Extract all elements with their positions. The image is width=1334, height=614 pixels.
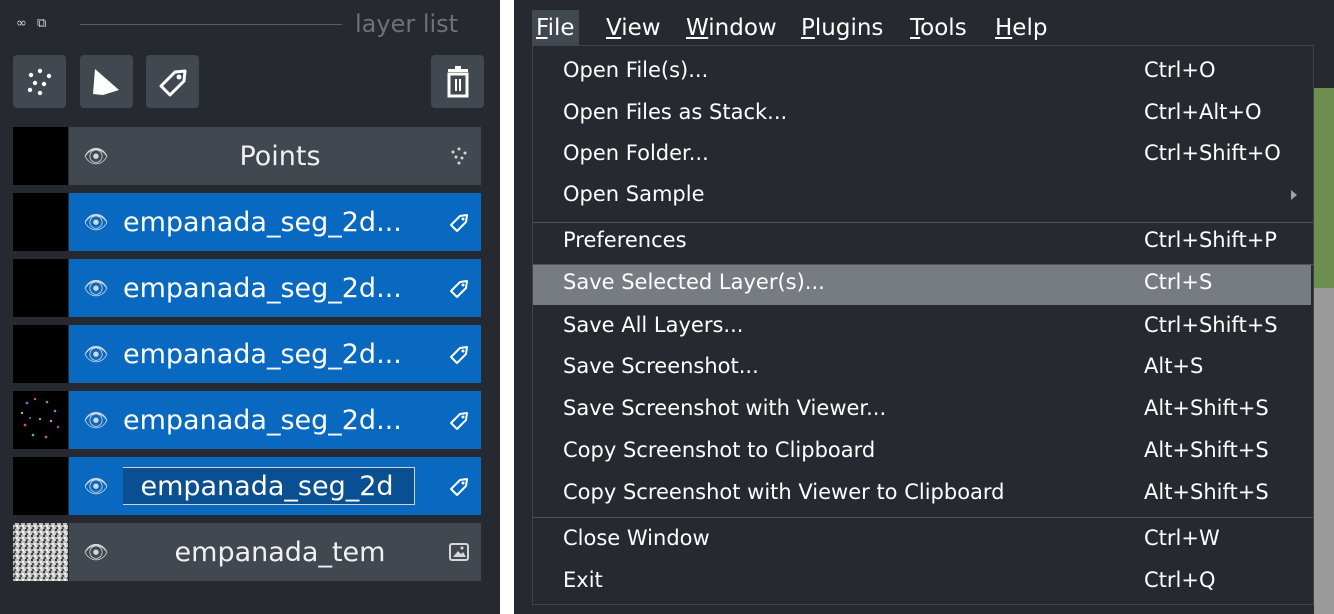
layer-name-input[interactable]: empanada_seg_2d [123,467,415,505]
labels-icon [437,408,481,432]
visibility-eye-icon[interactable]: 👁 [69,210,123,234]
layer-name: empanada_seg_2d... [123,272,402,304]
layer-name-container: empanada_seg_2d [123,467,437,505]
new-labels-layer-button[interactable] [146,55,199,108]
visibility-eye-icon[interactable]: 👁 [69,474,123,498]
menu-plugins[interactable]: Plugins [797,10,887,46]
menu-window[interactable]: Window [682,10,781,46]
visibility-eye-icon[interactable]: 👁 [69,408,123,432]
header-divider [80,24,342,25]
menu-item-copy-screenshot[interactable]: Copy Screenshot to Clipboard Alt+Shift+S [533,433,1313,473]
visibility-eye-icon[interactable]: 👁 [69,144,123,168]
menu-item-open-folder[interactable]: Open Folder... Ctrl+Shift+O [533,136,1313,176]
visibility-eye-icon[interactable]: 👁 [69,276,123,300]
layer-name: empanada_seg_2d... [123,206,402,238]
new-points-layer-button[interactable] [13,55,66,108]
menu-item-save-screenshot-with-viewer[interactable]: Save Screenshot with Viewer... Alt+Shift+… [533,391,1313,431]
file-menu-dropdown: Open File(s)... Ctrl+O Open Files as Stac… [532,45,1314,605]
menu-view[interactable]: View [602,10,665,46]
menu-item-open-files[interactable]: Open File(s)... Ctrl+O [533,53,1313,93]
labels-icon [437,210,481,234]
tag-icon [159,69,186,96]
delete-layer-button[interactable] [431,55,484,108]
menu-item-exit[interactable]: Exit Ctrl+Q [533,563,1313,603]
visibility-eye-icon[interactable]: 👁 [69,540,123,564]
menu-bar: File View Window Plugins Tools Help [514,0,1334,50]
image-icon [437,540,481,564]
undock-icon[interactable]: ⧉ [37,16,46,31]
panel-title: layer list [355,10,459,38]
layer-name: empanada_seg_2d... [123,404,402,436]
points-icon [27,68,51,95]
layer-thumbnail [13,325,68,383]
layer-thumbnail [13,259,68,317]
layer-row-labels[interactable]: 👁 empanada_seg_2d... [13,193,481,251]
menu-item-save-selected-layers[interactable]: Save Selected Layer(s)... Ctrl+S [533,265,1311,305]
layer-row-labels[interactable]: 👁 empanada_seg_2d... [13,259,481,317]
labels-icon [437,276,481,300]
menu-item-copy-screenshot-with-viewer[interactable]: Copy Screenshot with Viewer to Clipboard… [533,475,1313,515]
layer-thumbnail [13,457,68,515]
menu-item-close-window[interactable]: Close Window Ctrl+W [533,521,1313,561]
layer-list-panel: ∞ ⧉ layer list 👁 Points 👁 empanada_seg_2… [0,0,500,614]
menu-item-open-sample[interactable]: Open Sample [533,177,1313,217]
menu-help[interactable]: Help [991,10,1051,46]
labels-icon [437,342,481,366]
menu-item-open-files-as-stack[interactable]: Open Files as Stack... Ctrl+Alt+O [533,95,1313,135]
labels-icon [437,474,481,498]
layer-name: empanada_tem [174,536,386,568]
trash-icon [447,65,468,97]
menu-separator [533,517,1313,518]
layer-name: empanada_seg_2d... [123,338,402,370]
layer-row-labels[interactable]: 👁 empanada_seg_2d... [13,391,481,449]
layer-row-image[interactable]: 👁 empanada_tem [13,523,481,581]
visibility-eye-icon[interactable]: 👁 [69,342,123,366]
layer-row-points[interactable]: 👁 Points [13,127,481,185]
layer-row-labels[interactable]: 👁 empanada_seg_2d... [13,325,481,383]
layer-thumbnail [13,127,68,185]
layer-row-labels-editing[interactable]: 👁 empanada_seg_2d [13,457,481,515]
layer-thumbnail [13,193,68,251]
canvas-edge [1314,88,1334,288]
menu-file[interactable]: File [532,10,579,46]
canvas-edge [1314,288,1334,614]
layer-thumbnail [13,391,68,449]
menu-tools[interactable]: Tools [906,10,971,46]
link-icon[interactable]: ∞ [16,16,27,31]
new-shapes-layer-button[interactable] [80,55,133,108]
menu-item-save-screenshot[interactable]: Save Screenshot... Alt+S [533,349,1313,389]
menu-item-preferences[interactable]: Preferences Ctrl+Shift+P [533,223,1313,263]
shapes-icon [92,68,119,95]
layer-thumbnail [13,523,68,581]
napari-window: File View Window Plugins Tools Help Open… [514,0,1334,614]
submenu-arrow-icon [1291,190,1297,200]
layer-name: Points [239,140,321,172]
points-icon [437,144,481,168]
menu-item-save-all-layers[interactable]: Save All Layers... Ctrl+Shift+S [533,308,1313,348]
